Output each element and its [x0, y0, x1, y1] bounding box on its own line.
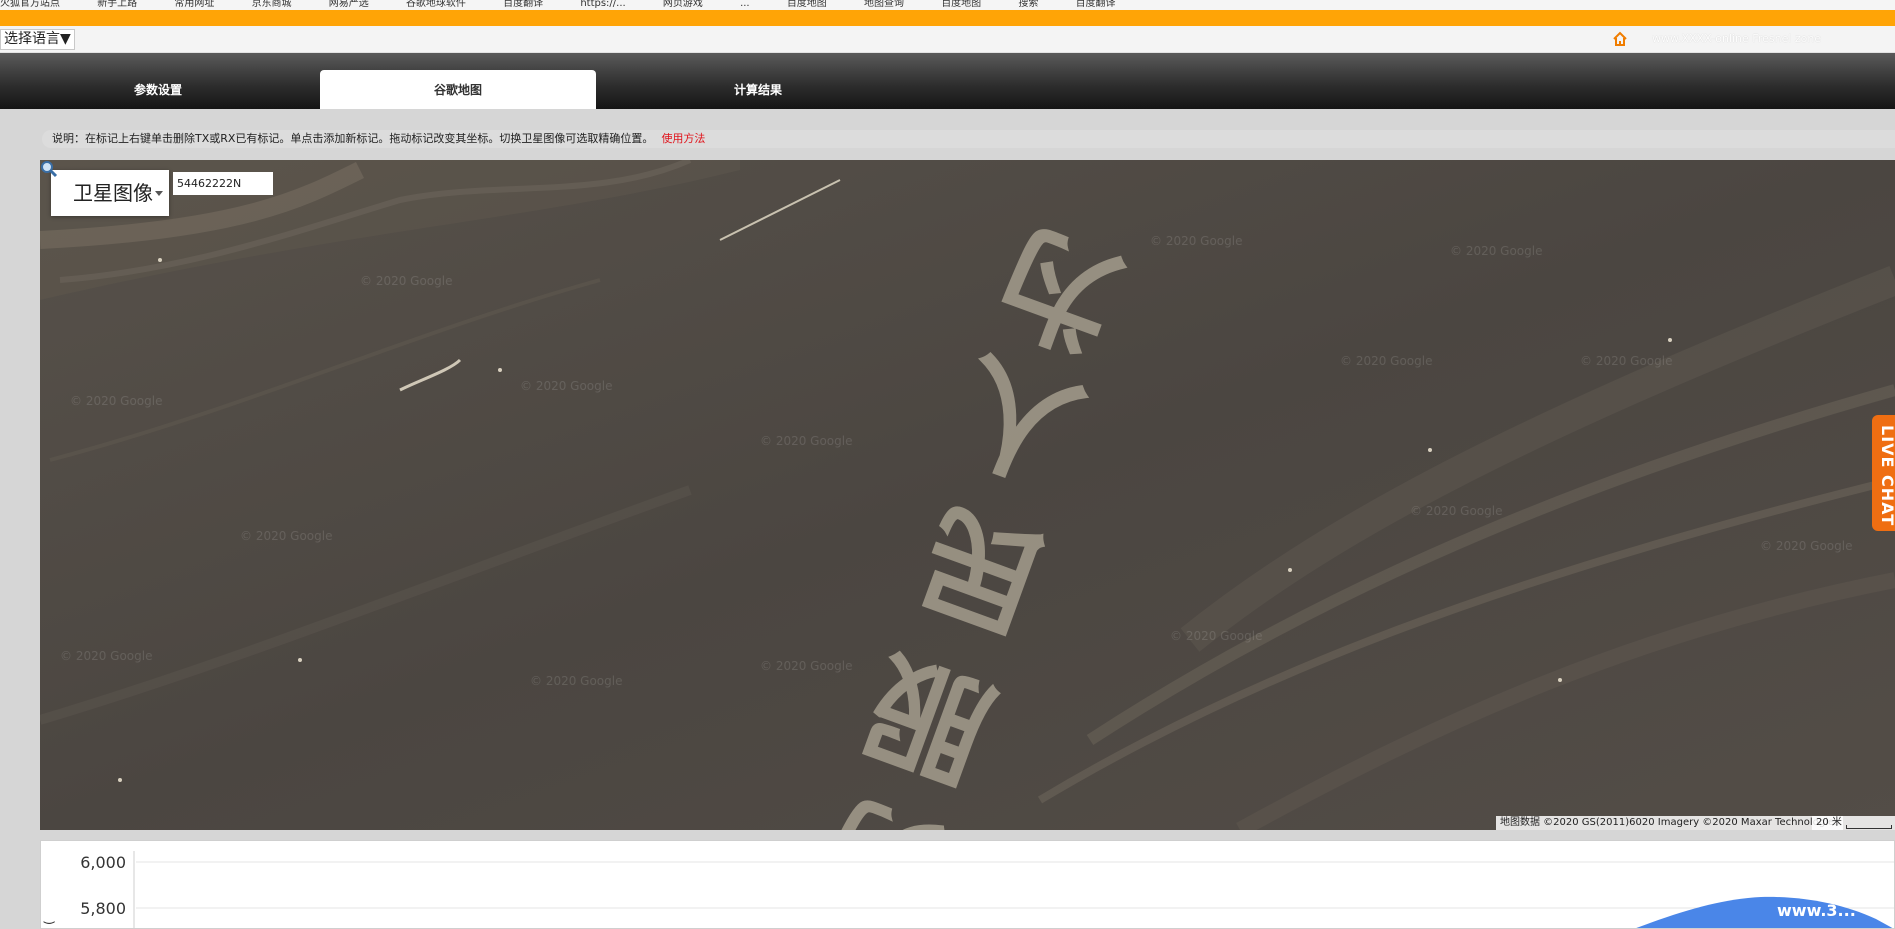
map-type-select[interactable]: 卫星图像 — [51, 170, 169, 216]
bookmarks-bar: 火狐官方站点 新手上路 常用网址 京东商城 网易严选 谷歌地球软件 百度翻译 h… — [0, 0, 1895, 10]
usage-link[interactable]: 使用方法 — [661, 132, 705, 145]
scale-bar — [1846, 825, 1892, 829]
bookmark-item[interactable]: ... — [740, 0, 750, 9]
map-watermark: © 2020 Google — [240, 529, 332, 543]
site-title: www.XXXX-online Fresnel zone — [1652, 32, 1822, 45]
map-watermark: © 2020 Google — [760, 659, 852, 673]
bookmark-item[interactable]: 百度翻译 — [503, 0, 543, 9]
tab-navigation: 参数设置 谷歌地图 计算结果 — [0, 53, 1895, 109]
satellite-map[interactable]: 为 人 民 服 务 © 2020 Google © 2020 Google © … — [40, 160, 1895, 830]
map-watermark: © 2020 Google — [1760, 539, 1852, 553]
map-scale: 20 米 — [1812, 816, 1895, 830]
tab-calculation-results[interactable]: 计算结果 — [620, 70, 896, 109]
map-watermark: © 2020 Google — [760, 434, 852, 448]
map-watermark: © 2020 Google — [360, 274, 452, 288]
bookmark-item[interactable]: 京东商城 — [252, 0, 292, 9]
elevation-chart: 6,000 5,800 ( www.3... — [40, 840, 1895, 929]
map-watermark: © 2020 Google — [60, 649, 152, 663]
y-axis-label-fragment: ( — [42, 920, 56, 925]
map-watermark: © 2020 Google — [1410, 504, 1502, 518]
live-chat-label: LIVE CHAT — [1878, 425, 1895, 527]
search-icon[interactable] — [40, 160, 58, 178]
instructions-text: 说明：在标记上右键单击删除TX或RX已有标记。单点击添加新标记。拖动标记改变其坐… — [52, 132, 654, 145]
home-icon[interactable] — [1612, 31, 1628, 47]
coordinate-input[interactable]: 54462222N — [173, 172, 273, 195]
instructions-bar: 说明：在标记上右键单击删除TX或RX已有标记。单点击添加新标记。拖动标记改变其坐… — [42, 130, 1895, 148]
scale-label: 20 米 — [1816, 817, 1842, 828]
bookmark-item[interactable]: 百度地图 — [787, 0, 827, 9]
tab-parameter-settings[interactable]: 参数设置 — [20, 70, 296, 109]
language-select[interactable]: 选择语言▼ — [0, 29, 75, 50]
bookmark-item[interactable]: https://... — [580, 0, 625, 9]
tab-google-map[interactable]: 谷歌地图 — [320, 70, 596, 109]
y-tick-label: 5,800 — [80, 899, 126, 918]
map-watermark: © 2020 Google — [1170, 629, 1262, 643]
map-type-label: 卫星图像 — [73, 181, 153, 205]
map-watermark: © 2020 Google — [530, 674, 622, 688]
map-attribution: 地图数据 ©2020 GS(2011)6020 Imagery ©2020 Ma… — [1496, 816, 1844, 830]
map-watermark: © 2020 Google — [520, 379, 612, 393]
bookmark-item[interactable]: 新手上路 — [97, 0, 137, 9]
map-watermark: © 2020 Google — [1150, 234, 1242, 248]
language-bar: 选择语言▼ www.XXXX-online Fresnel zone — [0, 26, 1895, 53]
bookmark-item[interactable]: 网易严选 — [329, 0, 369, 9]
map-watermark: © 2020 Google — [1450, 244, 1542, 258]
map-watermark: © 2020 Google — [1580, 354, 1672, 368]
bookmark-item[interactable]: 搜索 — [1018, 0, 1038, 9]
bookmark-item[interactable]: 网页游戏 — [663, 0, 703, 9]
bookmark-item[interactable]: 火狐官方站点 — [0, 0, 60, 9]
bookmark-item[interactable]: 谷歌地球软件 — [406, 0, 466, 9]
bookmark-item[interactable]: 常用网址 — [174, 0, 214, 9]
live-chat-button[interactable]: LIVE CHAT — [1872, 415, 1895, 531]
map-watermark: © 2020 Google — [70, 394, 162, 408]
map-watermark: © 2020 Google — [1340, 354, 1432, 368]
orange-accent-bar — [0, 10, 1895, 26]
dropdown-caret-icon — [155, 191, 163, 196]
chart-watermark: www.3... — [1777, 901, 1856, 920]
y-tick-label: 6,000 — [80, 853, 126, 872]
bookmark-item[interactable]: 地图查询 — [864, 0, 904, 9]
chart-svg: 6,000 5,800 ( — [42, 851, 1894, 928]
satellite-imagery: 为 人 民 服 务 © 2020 Google © 2020 Google © … — [40, 160, 1895, 830]
bookmark-item[interactable]: 百度翻译 — [1076, 0, 1116, 9]
bookmark-item[interactable]: 百度地图 — [941, 0, 981, 9]
